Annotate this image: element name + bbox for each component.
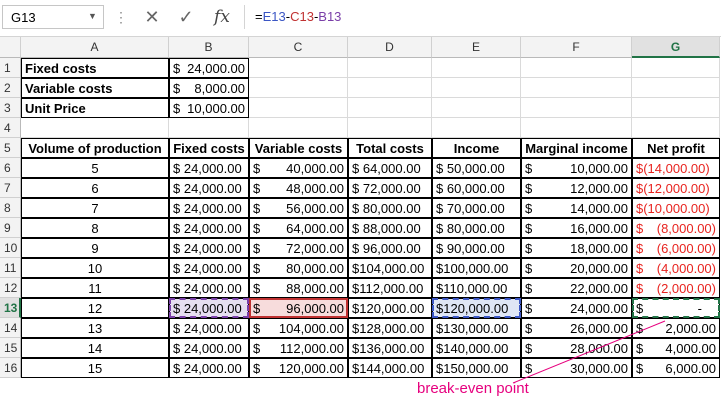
break-even-annotation: break-even point (417, 380, 529, 397)
pointer-line-1 (512, 320, 666, 384)
annotation-pointer (512, 320, 666, 384)
